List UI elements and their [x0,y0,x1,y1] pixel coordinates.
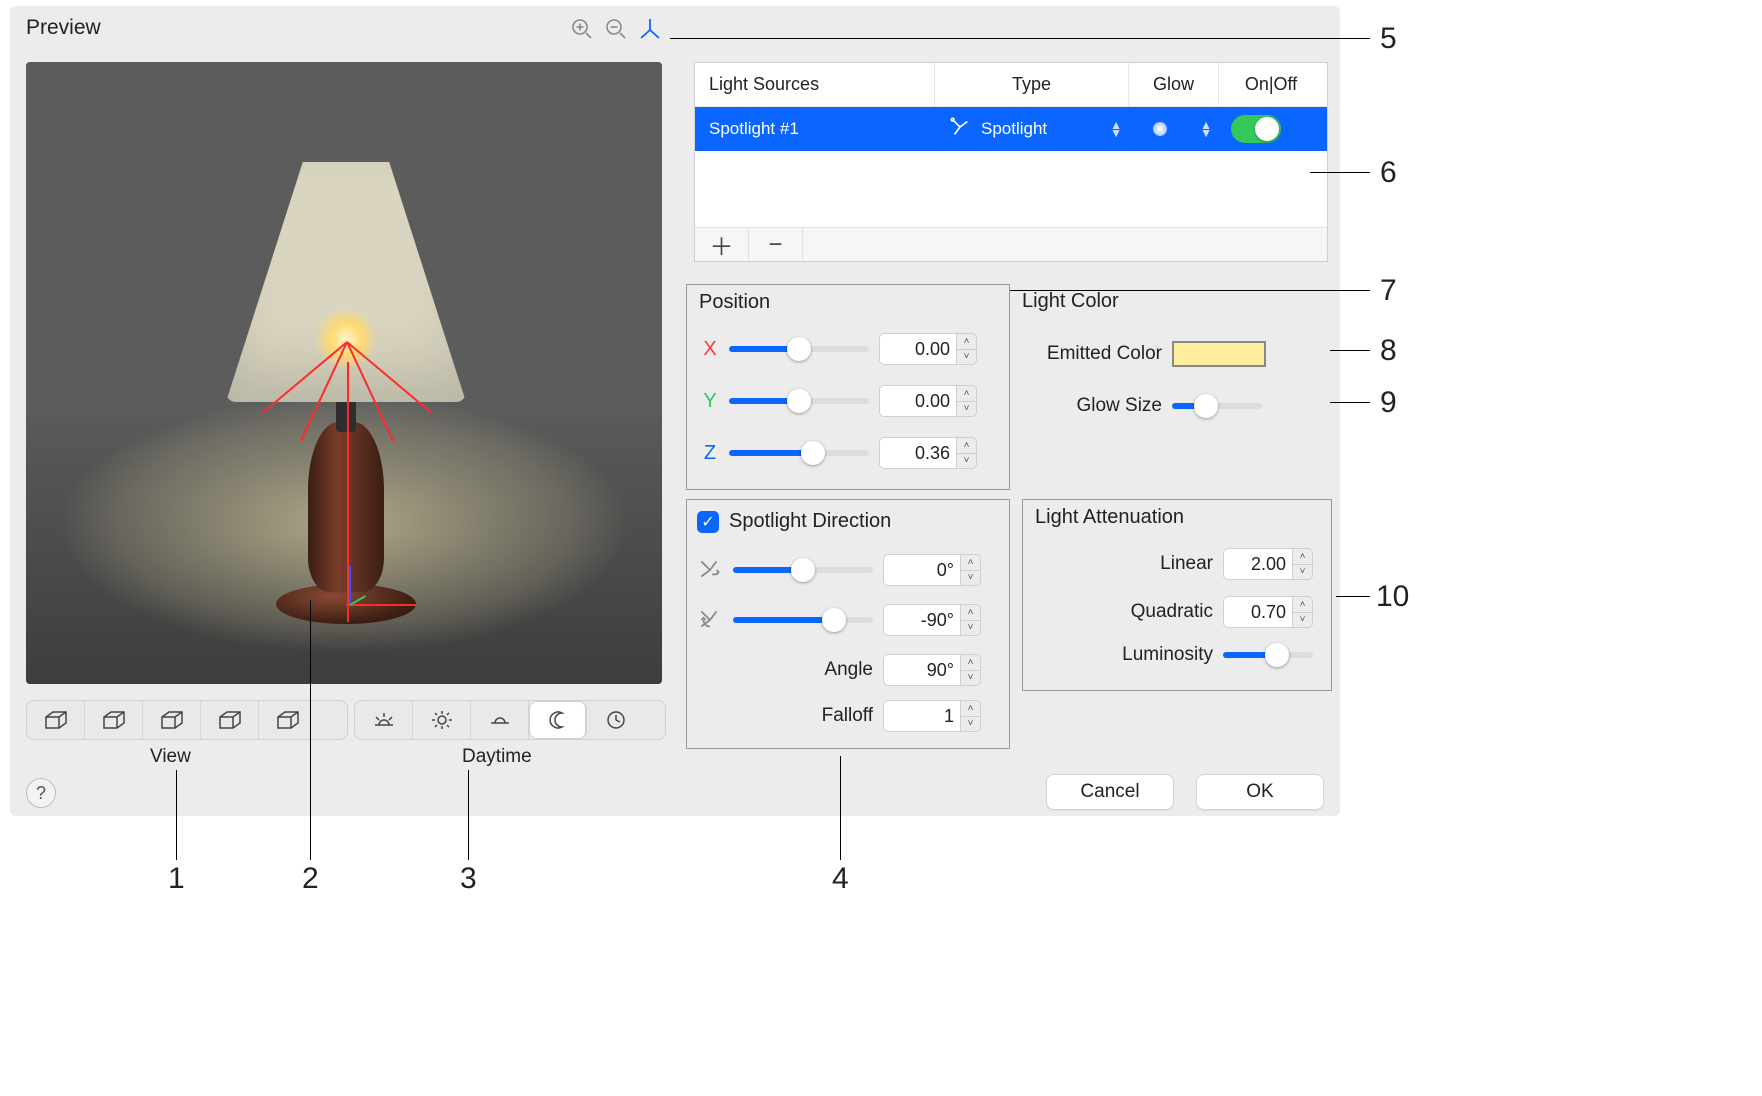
zoom-out-icon[interactable] [604,17,628,46]
z-input[interactable]: 0.36 [879,437,957,469]
z-stepper[interactable]: ˄˅ [957,437,977,469]
light-sources-table: Light Sources Type Glow On|Off Spotlight… [694,62,1328,262]
elevation-slider[interactable] [733,617,873,623]
azimuth-slider[interactable] [733,567,873,573]
cancel-button[interactable]: Cancel [1046,774,1174,810]
linear-input[interactable]: 2.00 [1223,548,1293,580]
azimuth-input[interactable]: 0° [883,554,961,586]
daytime-label: Daytime [462,746,532,768]
callout-10: 10 [1376,580,1409,614]
falloff-stepper[interactable]: ˄˅ [961,700,981,732]
emitted-color-swatch[interactable] [1172,341,1266,367]
light-color-title: Light Color [1022,290,1266,313]
table-row[interactable]: Spotlight #1 Spotlight ▲▼ ▲▼ [695,107,1327,151]
moon-icon[interactable] [529,701,587,739]
view-front-icon[interactable] [27,701,85,739]
luminosity-label: Luminosity [1093,644,1213,666]
callout-5: 5 [1380,22,1397,56]
col-onoff: On|Off [1219,63,1323,106]
spotlight-direction-title: Spotlight Direction [729,510,891,533]
light-name: Spotlight #1 [695,107,935,151]
x-label: X [701,338,719,361]
callout-1: 1 [168,862,185,896]
remove-light-button[interactable]: − [749,228,803,261]
position-group: Position X 0.00 ˄˅ Y 0.00 ˄˅ Z 0.36 ˄˅ [686,284,1010,490]
view-top-icon[interactable] [201,701,259,739]
col-glow: Glow [1129,63,1219,106]
zoom-in-icon[interactable] [570,17,594,46]
x-stepper[interactable]: ˄˅ [957,333,977,365]
angle-input[interactable]: 90° [883,654,961,686]
clock-icon[interactable] [587,701,645,739]
ok-button[interactable]: OK [1196,774,1324,810]
attenuation-title: Light Attenuation [1035,506,1184,529]
axis-icon[interactable] [638,17,662,46]
position-title: Position [699,291,770,314]
angle-label: Angle [807,659,873,681]
azimuth-stepper[interactable]: ˄˅ [961,554,981,586]
y-label: Y [701,390,719,413]
callout-4: 4 [832,862,849,896]
sunrise-icon[interactable] [355,701,413,739]
view-right-icon[interactable] [143,701,201,739]
view-label: View [150,746,191,768]
sun-icon[interactable] [413,701,471,739]
daytime-segment [354,700,666,740]
y-stepper[interactable]: ˄˅ [957,385,977,417]
angle-stepper[interactable]: ˄˅ [961,654,981,686]
elevation-stepper[interactable]: ˄˅ [961,604,981,636]
preview-title: Preview [26,16,101,40]
help-button[interactable]: ? [26,778,56,808]
glow-size-label: Glow Size [1022,395,1162,417]
emitted-color-label: Emitted Color [1022,343,1162,365]
view-left-icon[interactable] [85,701,143,739]
glow-stepper-icon[interactable]: ▲▼ [1200,121,1212,137]
spotlight-direction-checkbox[interactable]: ✓ [697,511,719,533]
glow-size-slider[interactable] [1172,403,1262,409]
sunset-icon[interactable] [471,701,529,739]
preview-viewport[interactable] [26,62,662,684]
col-type: Type [935,63,1129,106]
col-light-sources: Light Sources [695,63,935,106]
falloff-input[interactable]: 1 [883,700,961,732]
quadratic-label: Quadratic [1093,601,1213,623]
linear-label: Linear [1093,553,1213,575]
callout-2: 2 [302,862,319,896]
x-slider[interactable] [729,346,869,352]
x-input[interactable]: 0.00 [879,333,957,365]
y-input[interactable]: 0.00 [879,385,957,417]
z-slider[interactable] [729,450,869,456]
callout-7: 7 [1380,274,1397,308]
callout-6: 6 [1380,156,1397,190]
callout-3: 3 [460,862,477,896]
quadratic-input[interactable]: 0.70 [1223,596,1293,628]
type-stepper-icon[interactable]: ▲▼ [1110,121,1122,137]
add-light-button[interactable]: ＋ [695,228,749,261]
luminosity-slider[interactable] [1223,652,1313,658]
light-on-toggle[interactable] [1231,115,1281,143]
spotlight-direction-group: ✓ Spotlight Direction 0° ˄˅ -90° ˄˅ An [686,499,1010,749]
linear-stepper[interactable]: ˄˅ [1293,548,1313,580]
callout-8: 8 [1380,334,1397,368]
view-persp-icon[interactable] [259,701,317,739]
glow-preview-icon[interactable] [1153,122,1167,136]
azimuth-icon [697,557,723,583]
view-segment [26,700,348,740]
callout-9: 9 [1380,386,1397,420]
quadratic-stepper[interactable]: ˄˅ [1293,596,1313,628]
elevation-icon [697,607,723,633]
z-label: Z [701,442,719,465]
light-type: Spotlight [981,119,1047,139]
light-attenuation-group: Light Attenuation Linear 2.00 ˄˅ Quadrat… [1022,499,1332,691]
elevation-input[interactable]: -90° [883,604,961,636]
y-slider[interactable] [729,398,869,404]
falloff-label: Falloff [807,705,873,727]
spotlight-icon [949,116,971,143]
